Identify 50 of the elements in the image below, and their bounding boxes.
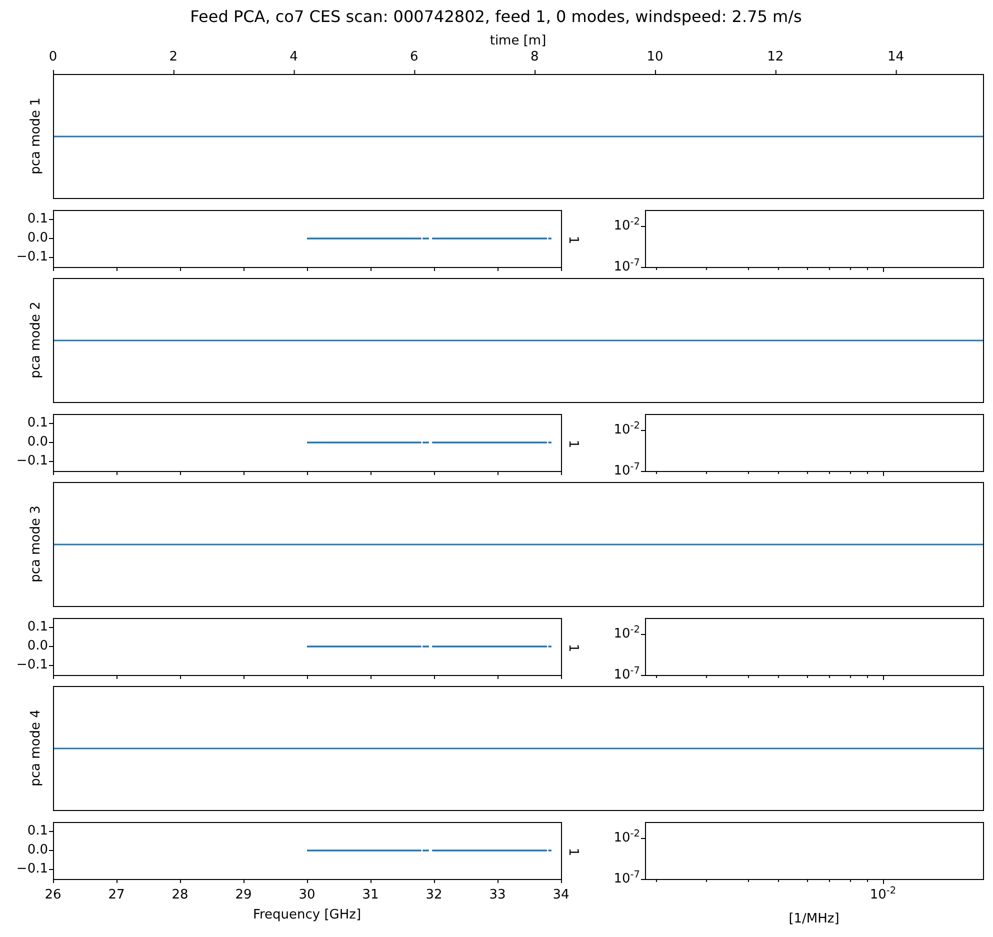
tick-label: 0.1 (27, 416, 48, 430)
tick-label: 10$^{-2}$ (614, 220, 640, 232)
axis-label: 1 (566, 644, 580, 652)
tick-label: 8 (530, 50, 539, 64)
axis-label: pca mode 4 (30, 710, 42, 786)
tick-label: 4 (290, 50, 298, 64)
tick-label: 10 (646, 50, 664, 64)
tick-label: 2 (169, 50, 178, 64)
tick-label: −0.1 (16, 250, 48, 264)
tick-label: −0.1 (16, 454, 48, 468)
tick-label: 0.0 (27, 232, 48, 244)
tick-label: 10$^{-7}$ (614, 464, 640, 478)
tick-label: 10$^{-2}$ (870, 888, 896, 902)
axis-label: 1 (566, 236, 580, 244)
tick-label: 0.1 (27, 824, 48, 838)
tick-label: 12 (767, 50, 784, 64)
tick-label: 28 (172, 888, 188, 902)
tick-label: 32 (426, 888, 442, 902)
figure-title: Feed PCA, co7 CES scan: 000742802, feed 1, 0 modes, windspeed: 2.75 m/s (190, 9, 802, 25)
axis-label: pca mode 1 (30, 98, 42, 174)
tick-label: 27 (108, 888, 125, 902)
tick-label: 10$^{-2}$ (614, 832, 640, 844)
tick-label: 0.1 (27, 620, 48, 634)
tick-label: 26 (44, 888, 62, 902)
tick-label: −0.1 (16, 862, 48, 876)
tick-label: 10$^{-7}$ (614, 260, 640, 274)
tick-label: 0.0 (27, 640, 48, 652)
tick-label: 0.0 (27, 436, 48, 448)
axis-label: time [m] (490, 34, 546, 48)
axis-label: pca mode 3 (30, 506, 42, 582)
tick-label: −0.1 (16, 658, 48, 672)
tick-label: 0 (48, 50, 58, 64)
tick-label: 30 (298, 888, 316, 902)
axis-label: 1 (566, 440, 580, 448)
tick-label: 14 (888, 50, 904, 64)
tick-label: 10$^{-7}$ (614, 872, 640, 886)
tick-label: 29 (235, 888, 252, 902)
tick-label: 0.1 (27, 212, 48, 226)
axis-label: 1 (566, 848, 580, 856)
tick-label: 33 (489, 888, 506, 902)
tick-label: 10$^{-2}$ (614, 628, 640, 640)
tick-label: 31 (362, 888, 379, 902)
axis-label: Frequency [GHz] (252, 908, 362, 922)
axis-label: pca mode 2 (30, 302, 42, 378)
tick-label: 34 (552, 888, 570, 902)
tick-label: 10$^{-7}$ (614, 668, 640, 682)
tick-label: 6 (410, 50, 418, 64)
axis-label: [1/MHz] (788, 912, 840, 926)
tick-label: 0.0 (27, 844, 48, 856)
tick-label: 10$^{-2}$ (614, 424, 640, 436)
